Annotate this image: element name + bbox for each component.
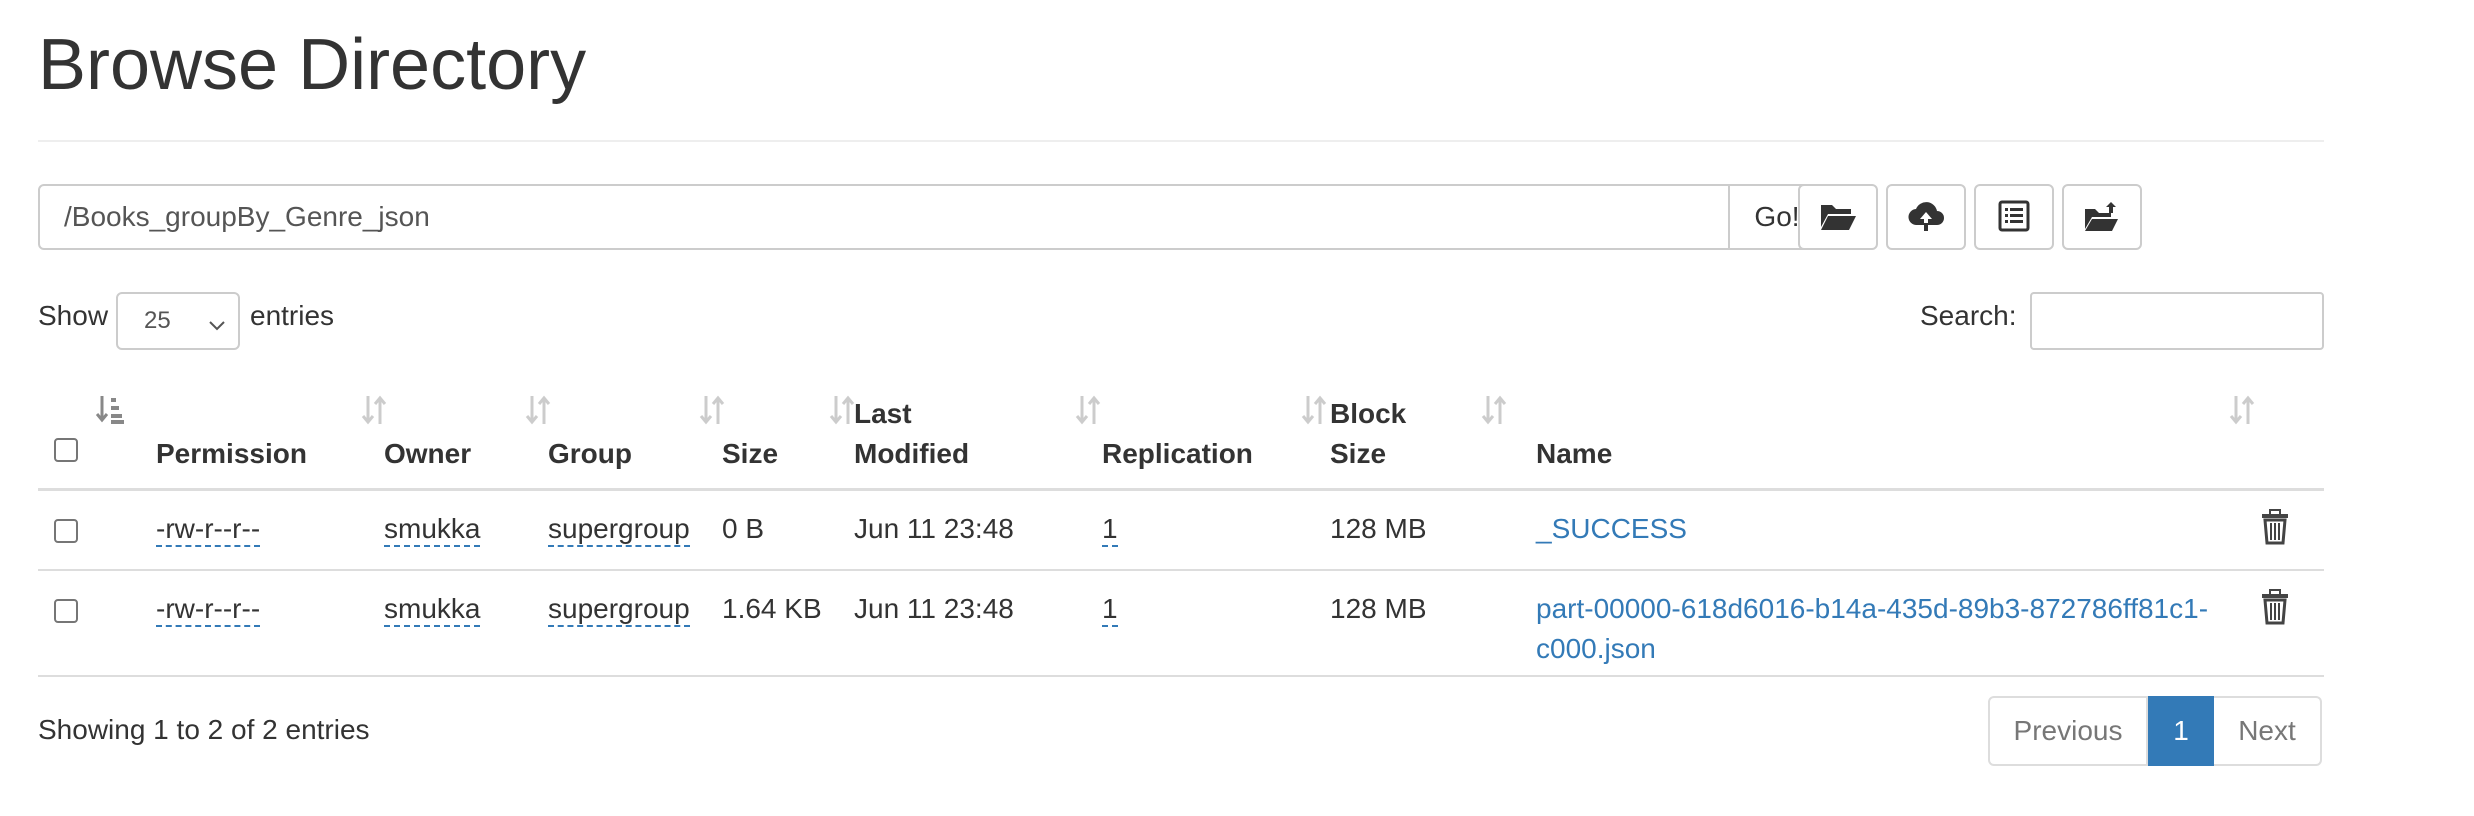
column-label-name: Name [1536, 438, 1613, 469]
column-header-name[interactable]: Name [1536, 384, 2256, 488]
length-prefix-label: Show [38, 300, 109, 331]
trash-icon[interactable] [2260, 589, 2290, 630]
replication-value[interactable]: 1 [1102, 513, 1118, 547]
folder-open-icon [1819, 199, 1857, 236]
list-alt-icon [1995, 199, 2033, 236]
modified-value: Jun 11 23:48 [854, 593, 1014, 624]
sort-asc-icon[interactable] [95, 394, 126, 437]
sort-both-icon [1300, 394, 1330, 437]
owner-value[interactable]: smukka [384, 593, 481, 627]
previous-page-button[interactable]: Previous [1988, 696, 2148, 766]
block-size-value: 128 MB [1330, 513, 1427, 544]
sort-both-icon [1480, 394, 1510, 437]
column-header-block-size[interactable]: Block Size [1330, 384, 1538, 488]
column-header-group[interactable]: Group [548, 384, 725, 488]
entries-per-page-value: 25 [144, 307, 171, 334]
create-directory-button[interactable] [1798, 184, 1878, 250]
column-header-last-modified[interactable]: Last Modified [854, 384, 1102, 488]
column-label-owner: Owner [384, 438, 472, 469]
column-label-size: Size [722, 438, 779, 469]
permission-value[interactable]: -rw-r--r-- [156, 593, 261, 627]
table-row: -rw-r--r-- smukka supergroup 0 B Jun 11 … [38, 491, 2324, 571]
cloud-upload-icon [1907, 199, 1945, 236]
search-label: Search: [1920, 300, 2017, 331]
file-table: Permission Owner Group Size Last Modifie… [38, 384, 2324, 677]
file-name-line-2: c000.json [1536, 633, 1656, 664]
column-header-permission[interactable]: Permission [156, 384, 387, 488]
directory-path-input[interactable] [38, 184, 1730, 250]
group-value[interactable]: supergroup [548, 593, 690, 627]
file-name-link[interactable]: part-00000-618d6016-b14a-435d-89b3-87278… [1536, 589, 2236, 669]
column-label-last: Last [854, 398, 912, 429]
view-list-button[interactable] [1974, 184, 2054, 250]
size-value: 1.64 KB [722, 593, 822, 624]
trash-icon[interactable] [2260, 509, 2290, 550]
column-label-modified: Modified [854, 438, 970, 469]
sort-both-icon [1074, 394, 1104, 437]
column-label-block-size: Size [1330, 438, 1387, 469]
row-select-checkbox[interactable] [54, 599, 78, 623]
modified-value: Jun 11 23:48 [854, 513, 1014, 544]
page-title: Browse Directory [38, 25, 587, 105]
chevron-down-icon [208, 312, 226, 340]
table-header: Permission Owner Group Size Last Modifie… [38, 384, 2324, 491]
select-all-checkbox[interactable] [54, 438, 78, 462]
replication-value[interactable]: 1 [1102, 593, 1118, 627]
file-name-line-1: part-00000-618d6016-b14a-435d-89b3-87278… [1536, 593, 2209, 624]
entries-per-page-select[interactable]: 25 [116, 292, 240, 350]
table-info-text: Showing 1 to 2 of 2 entries [38, 714, 370, 745]
select-all-header [38, 384, 158, 488]
next-page-button[interactable]: Next [2214, 696, 2322, 766]
cut-paste-button[interactable] [2062, 184, 2142, 250]
column-label-replication: Replication [1102, 438, 1253, 469]
column-label-block: Block [1330, 398, 1407, 429]
path-bar: Go! [38, 184, 1826, 250]
upload-files-button[interactable] [1886, 184, 1966, 250]
group-value[interactable]: supergroup [548, 513, 690, 547]
sort-both-icon [2228, 394, 2258, 437]
pagination: Previous 1 Next [1988, 696, 2322, 766]
search-input[interactable] [2030, 292, 2324, 350]
folder-move-icon [2083, 199, 2121, 236]
size-value: 0 B [722, 513, 765, 544]
owner-value[interactable]: smukka [384, 513, 481, 547]
column-header-owner[interactable]: Owner [384, 384, 551, 488]
file-name-link[interactable]: _SUCCESS [1536, 509, 1687, 549]
length-suffix-label: entries [250, 300, 335, 331]
column-label-group: Group [548, 438, 632, 469]
column-header-size[interactable]: Size [722, 384, 856, 488]
row-select-checkbox[interactable] [54, 519, 78, 543]
column-header-replication[interactable]: Replication [1102, 384, 1332, 488]
block-size-value: 128 MB [1330, 593, 1427, 624]
title-divider [38, 140, 2324, 142]
browse-directory-page: Browse Directory Go! Show 25 entries Sea… [0, 0, 2474, 816]
permission-value[interactable]: -rw-r--r-- [156, 513, 261, 547]
page-1-button[interactable]: 1 [2148, 696, 2214, 766]
column-label-permission: Permission [156, 438, 307, 469]
table-row: -rw-r--r-- smukka supergroup 1.64 KB Jun… [38, 571, 2324, 677]
